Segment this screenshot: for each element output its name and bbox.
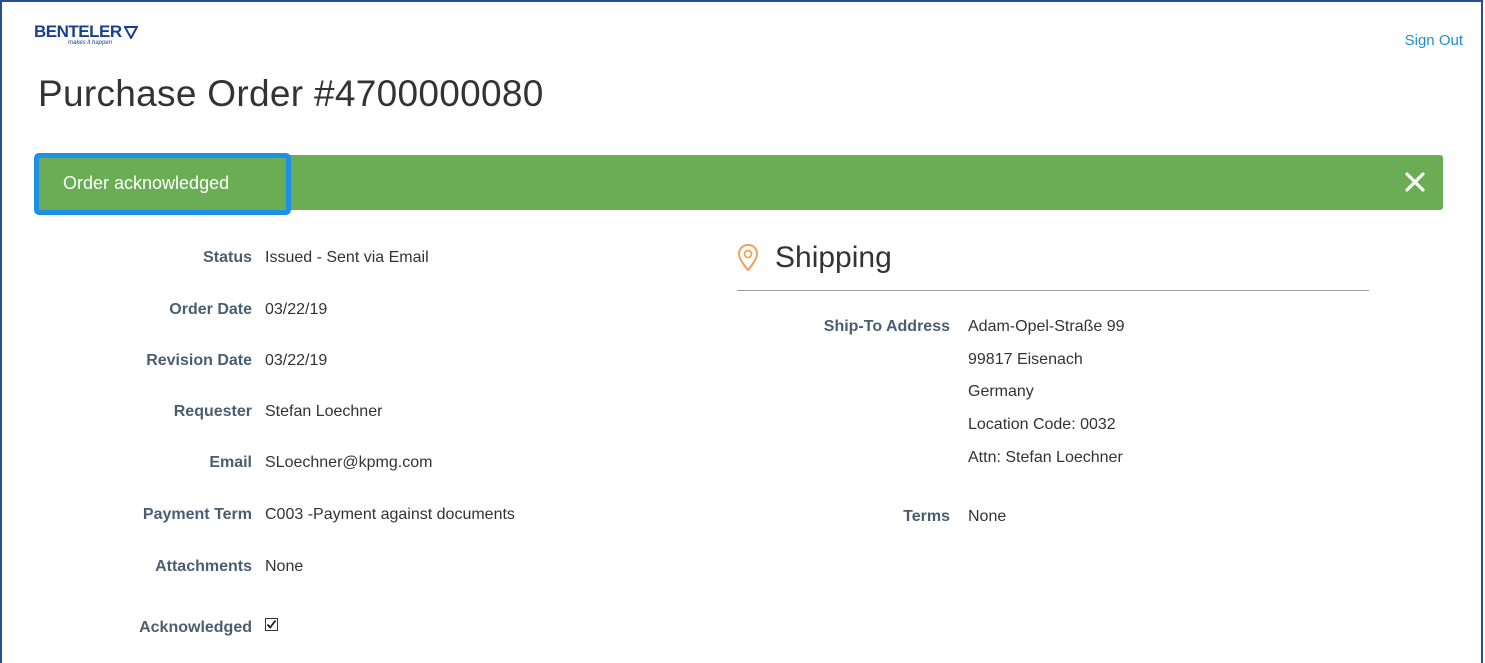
shipping-title: Shipping [775,241,892,274]
brand-triangle-icon [123,25,138,39]
revision-date-label: Revision Date [146,352,252,369]
payment-term-label: Payment Term [142,506,252,523]
address-line: Adam-Opel-Straße 99 [968,318,1125,335]
address-line: 99817 Eisenach [968,351,1083,368]
requester-value: Stefan Loechner [265,403,383,420]
ship-to-label: Ship-To Address [823,318,950,335]
email-label: Email [209,454,252,471]
address-line: Location Code: 0032 [968,416,1116,433]
banner-message: Order acknowledged [63,173,230,193]
shipping-section-header: Shipping [737,238,1369,291]
payment-term-value: C003 -Payment against documents [265,506,515,523]
status-label: Status [203,249,252,266]
success-banner: Order acknowledged [34,153,1443,215]
brand-logo: BENTELER makes it happen [34,22,138,46]
page-title: Purchase Order #4700000080 [38,73,544,114]
location-pin-icon [737,243,759,272]
close-icon[interactable] [1401,166,1429,196]
requester-label: Requester [173,403,252,420]
address-line: Attn: Stefan Loechner [968,449,1123,466]
acknowledged-label: Acknowledged [139,619,252,636]
order-date-value: 03/22/19 [265,301,328,318]
sign-out-link[interactable]: Sign Out [1405,32,1463,49]
email-value: SLoechner@kpmg.com [265,454,433,471]
brand-tagline: makes it happen [68,40,113,46]
order-date-label: Order Date [169,301,252,318]
brand-name: BENTELER [34,22,122,41]
terms-label: Terms [903,508,950,525]
acknowledged-checkbox[interactable] [265,618,278,631]
terms-value: None [968,508,1007,525]
address-line: Germany [968,383,1034,400]
checkmark-icon [266,619,277,629]
attachments-label: Attachments [155,558,252,575]
revision-date-value: 03/22/19 [265,352,328,369]
status-value: Issued - Sent via Email [265,249,429,266]
attachments-value: None [265,558,304,575]
